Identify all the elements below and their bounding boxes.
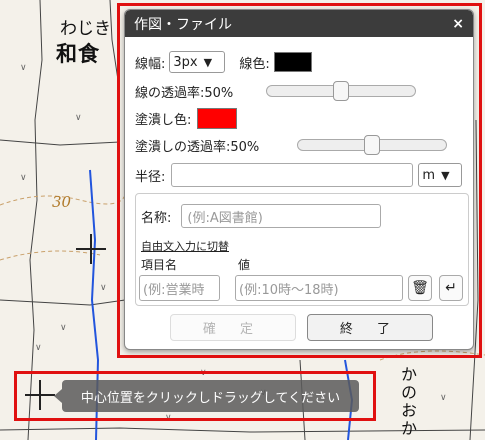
radius-input[interactable] bbox=[171, 163, 414, 187]
line-width-value: 3px bbox=[173, 54, 198, 70]
fill-color-row: 塗潰し色: bbox=[135, 108, 238, 129]
value-header: 値 bbox=[238, 258, 251, 272]
svg-text:∨: ∨ bbox=[20, 63, 27, 73]
line-opacity-label: 線の透過率:50% bbox=[135, 86, 234, 101]
trash-icon[interactable]: 🗑 bbox=[408, 275, 432, 301]
confirm-button[interactable]: 確 定 bbox=[170, 314, 296, 341]
radius-row: 半径: m ▼ bbox=[135, 163, 463, 187]
end-button[interactable]: 終 了 bbox=[307, 314, 433, 341]
line-opacity-row: 線の透過率:50% bbox=[135, 82, 233, 101]
chevron-down-icon: ▼ bbox=[441, 168, 450, 182]
fill-opacity-thumb[interactable] bbox=[364, 135, 380, 155]
fill-opacity-slider[interactable] bbox=[297, 135, 447, 155]
svg-text:∨: ∨ bbox=[200, 368, 207, 378]
line-width-select[interactable]: 3px ▼ bbox=[169, 51, 226, 73]
map-label-kanoo: かのおか bbox=[398, 366, 417, 438]
map-label-washoku: 和食 bbox=[56, 41, 100, 66]
svg-text:∨: ∨ bbox=[100, 283, 107, 293]
value-input[interactable]: (例:10時～18時) bbox=[235, 275, 403, 301]
svg-text:∨: ∨ bbox=[75, 113, 82, 123]
line-opacity-thumb[interactable] bbox=[333, 81, 349, 101]
enter-icon[interactable]: ↵ bbox=[439, 275, 463, 301]
svg-text:∨: ∨ bbox=[60, 323, 67, 333]
fill-opacity-row: 塗潰しの透過率:50% bbox=[135, 136, 259, 155]
name-label: 名称: bbox=[141, 210, 172, 226]
svg-text:∨: ∨ bbox=[20, 173, 27, 183]
map-label-wajiki: わじき bbox=[60, 19, 111, 39]
drawing-dialog: 作図・ファイル × 線幅: 3px ▼ 線色: 線の透過率:50% 塗潰し色: … bbox=[124, 9, 474, 350]
line-opacity-slider[interactable] bbox=[266, 81, 416, 101]
fill-color-swatch[interactable] bbox=[197, 108, 238, 129]
name-input[interactable]: (例:A図書館) bbox=[181, 204, 382, 228]
item-name-header: 項目名 bbox=[141, 258, 178, 272]
item-name-placeholder: (例:営業時 bbox=[143, 282, 205, 298]
fill-color-label: 塗潰し色: bbox=[135, 113, 192, 128]
value-placeholder: (例:10時～18時) bbox=[239, 282, 339, 298]
svg-text:∨: ∨ bbox=[35, 343, 42, 353]
center-position-tooltip: 中心位置をクリックしドラッグしてください bbox=[54, 380, 359, 412]
fill-opacity-label: 塗潰しの透過率:50% bbox=[135, 140, 260, 155]
map-crosshair-icon bbox=[76, 234, 106, 264]
svg-text:∨: ∨ bbox=[440, 393, 447, 403]
freetext-toggle-link[interactable]: 自由文入力に切替 bbox=[141, 238, 229, 254]
radius-label: 半径: bbox=[135, 169, 166, 185]
dialog-header[interactable]: 作図・ファイル × bbox=[125, 10, 473, 37]
name-row: 名称: (例:A図書館) bbox=[141, 204, 382, 228]
name-placeholder: (例:A図書館) bbox=[187, 210, 263, 226]
contour-label: 30 bbox=[52, 193, 72, 211]
line-color-label: 線色: bbox=[239, 56, 270, 72]
radius-unit-value: m bbox=[422, 167, 436, 183]
chevron-down-icon: ▼ bbox=[203, 55, 213, 69]
svg-text:∨: ∨ bbox=[165, 413, 172, 423]
attribute-panel: 名称: (例:A図書館) 自由文入力に切替 項目名 値 (例:営業時 (例:10… bbox=[135, 193, 469, 306]
dialog-title: 作図・ファイル bbox=[134, 16, 232, 33]
item-name-input[interactable]: (例:営業時 bbox=[139, 275, 220, 301]
close-icon[interactable]: × bbox=[452, 16, 464, 32]
center-crosshair-icon bbox=[25, 380, 55, 410]
line-settings-row: 線幅: 3px ▼ 線色: bbox=[135, 51, 312, 73]
line-width-label: 線幅: bbox=[135, 56, 166, 72]
radius-unit-select[interactable]: m ▼ bbox=[418, 163, 463, 187]
line-color-swatch[interactable] bbox=[273, 52, 312, 72]
